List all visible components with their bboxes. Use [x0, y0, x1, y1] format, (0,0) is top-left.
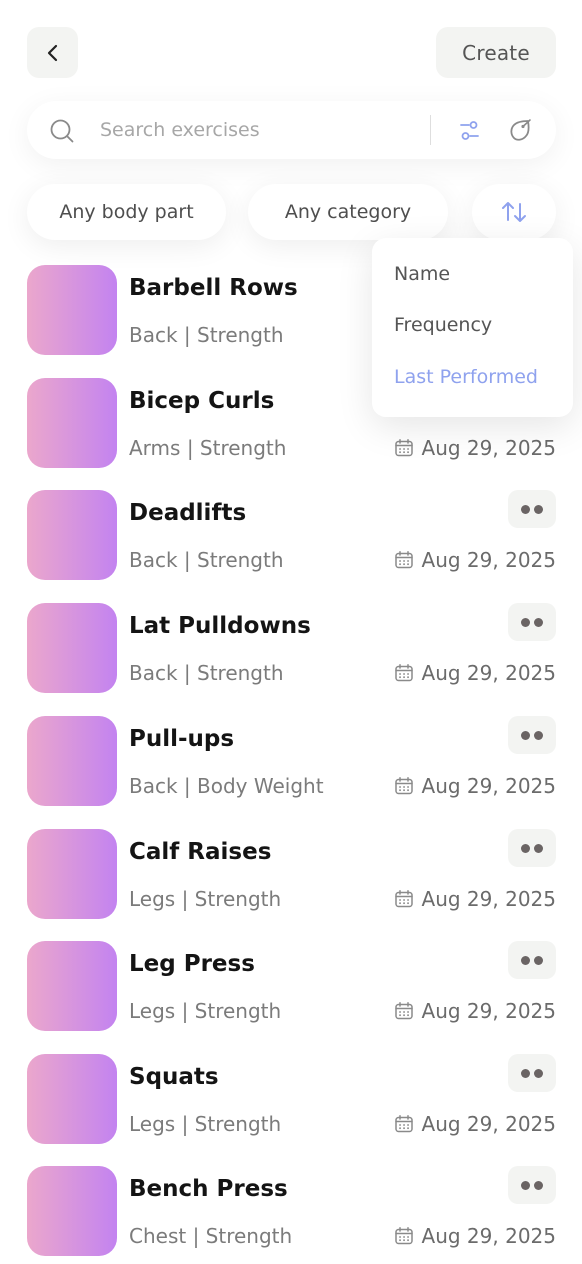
more-dots-icon	[521, 955, 530, 965]
exercise-thumbnail	[27, 378, 117, 468]
exercise-row[interactable]: Deadlifts Back | Strength Aug 29, 2025	[0, 490, 582, 582]
more-dots-icon	[534, 1180, 543, 1190]
create-button[interactable]: Create	[436, 27, 556, 78]
sort-button[interactable]	[472, 184, 556, 240]
calendar-icon	[394, 777, 413, 795]
exercise-date: Aug 29, 2025	[421, 548, 556, 572]
exercise-meta: Legs | Strength	[129, 1112, 282, 1136]
exercise-date: Aug 29, 2025	[421, 661, 556, 685]
more-dots-icon	[534, 1068, 543, 1078]
category-filter[interactable]: Any category	[248, 184, 448, 240]
last-performed: Aug 29, 2025	[394, 661, 556, 685]
exercise-meta: Arms | Strength	[129, 436, 287, 460]
more-dots-icon	[521, 843, 530, 853]
more-options-button[interactable]	[508, 1054, 556, 1092]
exercise-row[interactable]: Leg Press Legs | Strength Aug 29, 2025	[0, 941, 582, 1033]
exercise-thumbnail	[27, 829, 117, 919]
exercise-thumbnail	[27, 941, 117, 1031]
search-input[interactable]	[100, 113, 420, 147]
exercise-date: Aug 29, 2025	[421, 436, 556, 460]
exercise-name: Leg Press	[129, 951, 255, 977]
exercise-date: Aug 29, 2025	[421, 887, 556, 911]
search-bar	[27, 101, 556, 159]
more-dots-icon	[534, 843, 543, 853]
exercise-row[interactable]: Bench Press Chest | Strength Aug 29, 202…	[0, 1166, 582, 1258]
exercise-thumbnail	[27, 265, 117, 355]
back-button[interactable]	[27, 27, 78, 78]
more-dots-icon	[521, 617, 530, 627]
sort-option-name[interactable]: Name	[394, 263, 450, 285]
exercise-meta: Back | Strength	[129, 323, 284, 347]
top-bar: Create	[0, 0, 582, 90]
exercise-meta: Back | Strength	[129, 661, 284, 685]
more-dots-icon	[534, 730, 543, 740]
last-performed: Aug 29, 2025	[394, 1224, 556, 1248]
last-performed: Aug 29, 2025	[394, 999, 556, 1023]
calendar-icon	[394, 1227, 413, 1245]
calendar-icon	[394, 551, 413, 569]
sort-option-frequency[interactable]: Frequency	[394, 314, 492, 336]
exercise-name: Calf Raises	[129, 839, 272, 865]
more-options-button[interactable]	[508, 716, 556, 754]
calendar-icon	[394, 439, 413, 457]
calendar-icon	[394, 1002, 413, 1020]
exercise-thumbnail	[27, 490, 117, 580]
more-options-button[interactable]	[508, 829, 556, 867]
exercise-row[interactable]: Lat Pulldowns Back | Strength Aug 29, 20…	[0, 603, 582, 695]
tag-icon[interactable]	[507, 117, 533, 143]
exercise-row[interactable]: Pull-ups Back | Body Weight Aug 29, 2025	[0, 716, 582, 808]
last-performed: Aug 29, 2025	[394, 887, 556, 911]
search-icon	[50, 119, 74, 143]
more-options-button[interactable]	[508, 603, 556, 641]
exercise-name: Bench Press	[129, 1176, 288, 1202]
exercise-name: Pull-ups	[129, 726, 235, 752]
last-performed: Aug 29, 2025	[394, 774, 556, 798]
sort-option-last-performed[interactable]: Last Performed	[394, 366, 538, 388]
sort-menu: Name Frequency Last Performed	[372, 238, 573, 417]
exercise-thumbnail	[27, 1054, 117, 1144]
more-dots-icon	[521, 730, 530, 740]
exercise-name: Deadlifts	[129, 500, 247, 526]
last-performed: Aug 29, 2025	[394, 436, 556, 460]
more-options-button[interactable]	[508, 490, 556, 528]
sort-arrows-icon	[502, 202, 526, 222]
body-part-filter[interactable]: Any body part	[27, 184, 226, 240]
last-performed: Aug 29, 2025	[394, 548, 556, 572]
chevron-left-icon	[47, 44, 57, 61]
more-dots-icon	[521, 1180, 530, 1190]
exercise-date: Aug 29, 2025	[421, 999, 556, 1023]
exercise-thumbnail	[27, 716, 117, 806]
more-dots-icon	[534, 617, 543, 627]
exercise-name: Bicep Curls	[129, 388, 275, 414]
exercise-thumbnail	[27, 603, 117, 693]
exercise-name: Squats	[129, 1064, 219, 1090]
more-options-button[interactable]	[508, 941, 556, 979]
exercise-meta: Back | Strength	[129, 548, 284, 572]
exercise-name: Lat Pulldowns	[129, 613, 311, 639]
exercise-meta: Chest | Strength	[129, 1224, 293, 1248]
more-dots-icon	[521, 1068, 530, 1078]
calendar-icon	[394, 890, 413, 908]
more-dots-icon	[534, 504, 543, 514]
exercise-meta: Back | Body Weight	[129, 774, 324, 798]
filter-sliders-icon[interactable]	[457, 118, 482, 143]
calendar-icon	[394, 1115, 413, 1133]
more-dots-icon	[521, 504, 530, 514]
exercise-meta: Legs | Strength	[129, 887, 282, 911]
exercise-date: Aug 29, 2025	[421, 1224, 556, 1248]
exercise-thumbnail	[27, 1166, 117, 1256]
exercise-date: Aug 29, 2025	[421, 774, 556, 798]
exercise-name: Barbell Rows	[129, 275, 298, 301]
calendar-icon	[394, 664, 413, 682]
exercise-meta: Legs | Strength	[129, 999, 282, 1023]
last-performed: Aug 29, 2025	[394, 1112, 556, 1136]
more-dots-icon	[534, 955, 543, 965]
exercise-date: Aug 29, 2025	[421, 1112, 556, 1136]
search-divider	[430, 115, 431, 145]
more-options-button[interactable]	[508, 1166, 556, 1204]
exercise-row[interactable]: Squats Legs | Strength Aug 29, 2025	[0, 1054, 582, 1146]
exercise-row[interactable]: Calf Raises Legs | Strength Aug 29, 2025	[0, 829, 582, 921]
